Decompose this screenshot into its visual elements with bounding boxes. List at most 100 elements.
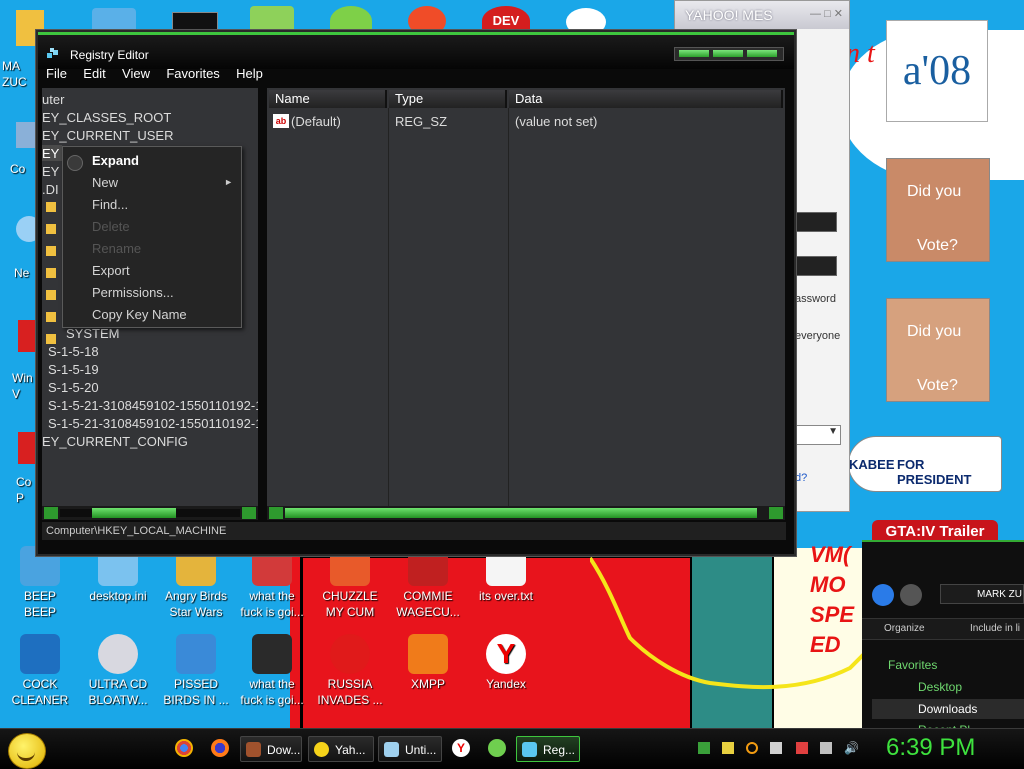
- values-hscrollbar[interactable]: [267, 506, 785, 520]
- smiley-icon: [314, 742, 329, 757]
- menu-edit[interactable]: Edit: [83, 66, 105, 81]
- password-label: assword: [795, 293, 836, 305]
- maximize-button[interactable]: [713, 50, 743, 57]
- huckabee-tagline: FOR PRESIDENT: [897, 457, 972, 487]
- menu-item-permissions[interactable]: Permissions...: [92, 285, 174, 300]
- menu-help[interactable]: Help: [236, 66, 263, 81]
- context-menu[interactable]: Expand New ► Find... Delete Rename Expor…: [62, 146, 242, 328]
- menu-item-expand[interactable]: Expand: [92, 153, 139, 168]
- flag-icon[interactable]: [796, 742, 808, 754]
- menu-item-export[interactable]: Export: [92, 263, 130, 278]
- address-bar[interactable]: MARK ZU: [940, 584, 1024, 604]
- forward-icon[interactable]: [900, 584, 922, 606]
- desktop-icon[interactable]: Y Yandex: [466, 634, 546, 692]
- desktop-icon[interactable]: Angry Birds Star Wars: [156, 546, 236, 620]
- volume-icon[interactable]: 🔊: [844, 742, 859, 754]
- organize-menu[interactable]: Organize: [884, 623, 925, 634]
- menu-favorites[interactable]: Favorites: [166, 66, 219, 81]
- clock[interactable]: 6:39 PM: [886, 734, 975, 762]
- explorer-window[interactable]: MARK ZU Organize Include in li Favorites…: [862, 540, 1024, 734]
- taskbar-button-label: Reg...: [543, 743, 576, 757]
- tree-item-sid[interactable]: S-1-5-21-3108459102-1550110192-19: [48, 416, 258, 431]
- tree-hscrollbar[interactable]: [42, 506, 258, 520]
- desktop-icon-label: Angry Birds Star Wars: [164, 589, 228, 619]
- yahoo-id-field[interactable]: [795, 212, 837, 232]
- column-header-type[interactable]: Type: [389, 90, 507, 108]
- desktop-icon[interactable]: PISSED BIRDS IN ...: [156, 634, 236, 708]
- tray-app-icon[interactable]: [770, 742, 782, 754]
- yahoo-titlebar[interactable]: YAHOO! MES — □ ✕: [675, 1, 849, 29]
- taskbar-button-notepad[interactable]: Unti...: [378, 736, 442, 762]
- tree-item-dimension[interactable]: .DI: [42, 182, 59, 197]
- desktop-icon[interactable]: COMMIE WAGECU...: [388, 546, 468, 620]
- desktop-icon[interactable]: XMPP: [388, 634, 468, 692]
- minimize-button[interactable]: [679, 50, 709, 57]
- scroll-thumb[interactable]: [92, 508, 176, 518]
- left-icon-column: MA ZUC Co Ne Win V Co P: [0, 0, 44, 540]
- menu-item-find[interactable]: Find...: [92, 197, 128, 212]
- status-dropdown[interactable]: ▼: [795, 425, 841, 445]
- tree-item-sid[interactable]: S-1-5-18: [48, 344, 99, 359]
- desktop-icon[interactable]: RUSSIA INVADES ...: [310, 634, 390, 708]
- desktop-icon[interactable]: ULTRA CD BLOATW...: [78, 634, 158, 708]
- desktop-icon-label: MA ZUC: [2, 59, 27, 89]
- column-header-data[interactable]: Data: [509, 90, 783, 108]
- taskbar-button-registry[interactable]: Reg...: [516, 736, 580, 762]
- desktop-icon[interactable]: CHUZZLE MY CUM: [310, 546, 390, 620]
- desktop-icon[interactable]: BEEP BEEP: [0, 546, 80, 620]
- taskbar-button-label: Unti...: [405, 743, 437, 757]
- tree-item-sid[interactable]: S-1-5-21-3108459102-1550110192-19: [48, 398, 258, 413]
- downloads-item[interactable]: Downloads: [872, 699, 1024, 719]
- registry-titlebar[interactable]: Registry Editor: [38, 32, 794, 69]
- menu-file[interactable]: File: [46, 66, 67, 81]
- favorites-item[interactable]: Favorites: [888, 658, 937, 672]
- help-link[interactable]: d?: [795, 472, 807, 484]
- tree-item-current-config[interactable]: EY_CURRENT_CONFIG: [42, 434, 188, 449]
- tree-item-sid[interactable]: S-1-5-20: [48, 380, 99, 395]
- desktop-icon[interactable]: COCK CLEANER: [0, 634, 80, 708]
- registry-values-pane[interactable]: Name Type Data ab (Default) REG_SZ (valu…: [267, 88, 785, 520]
- scroll-right-button[interactable]: [242, 507, 256, 519]
- tree-item-sid[interactable]: S-1-5-19: [48, 362, 99, 377]
- scroll-thumb[interactable]: [285, 508, 757, 518]
- menu-item-new[interactable]: New: [92, 175, 118, 190]
- firefox-icon[interactable]: [211, 739, 229, 757]
- scroll-right-button[interactable]: [769, 507, 783, 519]
- desktop-icon[interactable]: what the fuck is goi...: [232, 546, 312, 620]
- close-button[interactable]: [747, 50, 777, 57]
- yahoo-password-field[interactable]: [795, 256, 837, 276]
- desktop-icon[interactable]: what the fuck is goi...: [232, 634, 312, 708]
- menu-view[interactable]: View: [122, 66, 150, 81]
- pane-splitter[interactable]: [259, 88, 267, 520]
- column-divider: [388, 108, 389, 520]
- tray-app-icon[interactable]: [722, 742, 734, 754]
- folder-icon: [46, 246, 56, 256]
- chrome-icon[interactable]: [175, 739, 193, 757]
- tree-item-current-user[interactable]: EY_CURRENT_USER: [42, 128, 173, 143]
- tree-item-local-machine[interactable]: EY: [42, 146, 59, 161]
- desktop-item[interactable]: Desktop: [918, 680, 962, 694]
- window-controls[interactable]: [674, 47, 784, 61]
- taskbar-button-downloads[interactable]: Dow...: [240, 736, 302, 762]
- taskbar-button-yahoo[interactable]: Yah...: [308, 736, 374, 762]
- start-button[interactable]: [8, 733, 46, 769]
- column-header-name[interactable]: Name: [269, 90, 387, 108]
- tray-app-icon[interactable]: [698, 742, 710, 754]
- tree-item-classes-root[interactable]: EY_CLASSES_ROOT: [42, 110, 171, 125]
- search-icon[interactable]: [746, 742, 758, 754]
- include-menu[interactable]: Include in li: [970, 623, 1020, 634]
- menu-item-copy-key-name[interactable]: Copy Key Name: [92, 307, 187, 322]
- yandex-icon[interactable]: Y: [452, 739, 470, 757]
- tree-item-computer[interactable]: uter: [42, 92, 64, 107]
- back-icon[interactable]: [872, 584, 894, 606]
- campaign-logo: a'08: [886, 20, 988, 122]
- network-icon[interactable]: [820, 742, 832, 754]
- scroll-left-button[interactable]: [44, 507, 58, 519]
- tree-item-system[interactable]: SYSTEM: [66, 326, 119, 341]
- desktop-icon-label: Co: [10, 162, 26, 176]
- value-name[interactable]: (Default): [291, 114, 341, 129]
- scroll-left-button[interactable]: [269, 507, 283, 519]
- tree-item-users[interactable]: EY: [42, 164, 59, 179]
- window-controls-icon[interactable]: — □ ✕: [810, 7, 843, 20]
- app-icon[interactable]: [488, 739, 506, 757]
